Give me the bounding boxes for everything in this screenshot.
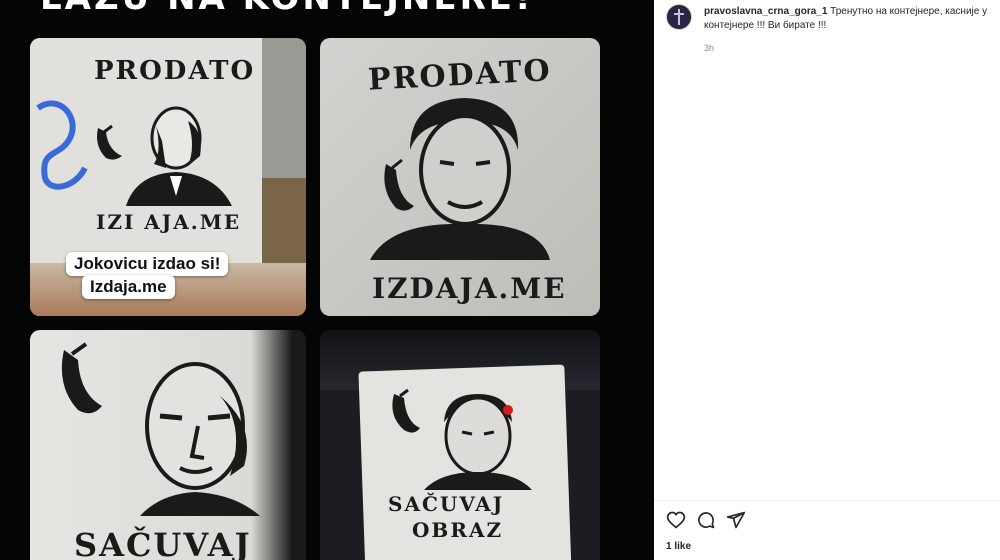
collage-photo-4: SAČUVAJ OBRAZ xyxy=(320,330,600,560)
graffiti-scribble xyxy=(36,100,88,190)
collage-photo-1: PRODATO IZI AJA.ME Jokovicu izdao si! Iz… xyxy=(30,38,306,316)
photo-4-bottom-line-1: SAČUVAJ xyxy=(388,492,505,516)
avatar[interactable] xyxy=(666,4,692,30)
comment-icon[interactable] xyxy=(696,510,716,530)
banana-icon xyxy=(97,124,122,160)
stencil-portrait-3 xyxy=(140,362,260,516)
photo-1-top-text: PRODATO xyxy=(94,56,256,86)
photo-2-bottom-text: IZDAJA.ME xyxy=(372,272,567,305)
post-caption: pravoslavna_crna_gora_1 Тренутно на конт… xyxy=(704,5,994,33)
banana-icon xyxy=(384,158,414,211)
collage-photo-3: SAČUVAJ xyxy=(30,330,306,560)
like-count[interactable]: 1 like xyxy=(666,541,691,552)
username-link[interactable]: pravoslavna_crna_gora_1 xyxy=(704,6,827,17)
photo-1-bottom-text: IZI AJA.ME xyxy=(96,210,242,234)
photo-4-bottom-line-2: OBRAZ xyxy=(412,518,504,542)
banana-icon xyxy=(61,342,102,414)
image-banner-text: LAŽU NA KONTEJNERE! xyxy=(40,0,640,18)
post-sidebar xyxy=(654,0,1000,560)
stencil-portrait-4 xyxy=(424,394,532,490)
action-bar xyxy=(666,510,746,530)
story-caption-line-2: Izdaja.me xyxy=(82,275,175,299)
post-image[interactable]: LAŽU NA KONTEJNERE! PRODATO IZI AJA.ME J… xyxy=(0,0,654,560)
divider xyxy=(654,500,1000,501)
send-icon[interactable] xyxy=(726,510,746,530)
photo-3-bottom-text: SAČUVAJ xyxy=(74,526,252,560)
post-timestamp[interactable]: 3h xyxy=(704,43,714,53)
story-caption-line-1: Jokovicu izdao si! xyxy=(66,252,229,276)
avatar-emblem-icon xyxy=(667,5,691,29)
heart-icon[interactable] xyxy=(666,510,686,530)
collage-photo-2: PRODATO IZDAJA.ME xyxy=(320,38,600,316)
